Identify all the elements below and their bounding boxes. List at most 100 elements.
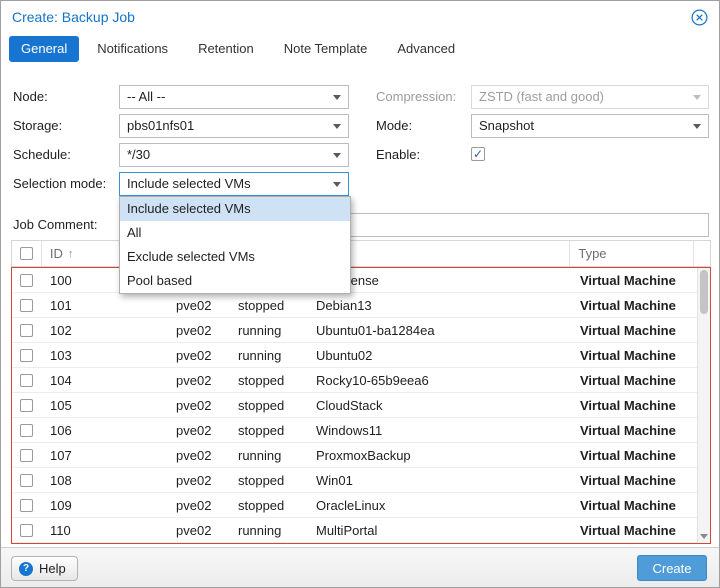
cell-node: pve02 (168, 348, 230, 363)
mode-combo[interactable]: Snapshot (471, 114, 709, 138)
cell-type: Virtual Machine (572, 448, 696, 463)
table-row-106[interactable]: 106pve02stoppedWindows11Virtual Machine (12, 418, 710, 443)
cell-id: 105 (42, 398, 168, 413)
table-row-107[interactable]: 107pve02runningProxmoxBackupVirtual Mach… (12, 443, 710, 468)
row-checkbox[interactable] (20, 499, 33, 512)
cell-node: pve02 (168, 473, 230, 488)
selection-mode-dropdown: Include selected VMsAllExclude selected … (119, 196, 351, 294)
schedule-label: Schedule: (13, 147, 71, 163)
dropdown-option-all[interactable]: All (120, 221, 350, 245)
chevron-down-icon (333, 95, 341, 100)
cell-name: Ubuntu02 (308, 348, 572, 363)
storage-combo[interactable]: pbs01nfs01 (119, 114, 349, 138)
row-select-cell (12, 374, 42, 387)
tab-retention[interactable]: Retention (186, 36, 266, 62)
row-select-cell (12, 274, 42, 287)
select-all-checkbox[interactable] (20, 247, 33, 260)
cell-id: 102 (42, 323, 168, 338)
mode-label: Mode: (376, 118, 412, 134)
cell-type: Virtual Machine (572, 273, 696, 288)
dropdown-option-pool-based[interactable]: Pool based (120, 269, 350, 293)
tab-advanced[interactable]: Advanced (385, 36, 467, 62)
cell-status: running (230, 448, 308, 463)
row-checkbox[interactable] (20, 399, 33, 412)
chevron-down-icon (693, 95, 701, 100)
row-select-cell (12, 449, 42, 462)
row-checkbox[interactable] (20, 524, 33, 537)
node-value: -- All -- (127, 89, 165, 104)
scrollbar-thumb[interactable] (700, 270, 708, 314)
row-checkbox[interactable] (20, 274, 33, 287)
cell-status: stopped (230, 373, 308, 388)
cell-name: Win01 (308, 473, 572, 488)
cell-status: running (230, 348, 308, 363)
help-button-label: Help (39, 561, 66, 576)
help-icon: ? (19, 562, 33, 576)
table-row-101[interactable]: 101pve02stoppedDebian13Virtual Machine (12, 293, 710, 318)
cell-status: stopped (230, 473, 308, 488)
cell-name: OracleLinux (308, 498, 572, 513)
row-select-cell (12, 424, 42, 437)
row-checkbox[interactable] (20, 424, 33, 437)
table-row-109[interactable]: 109pve02stoppedOracleLinuxVirtual Machin… (12, 493, 710, 518)
cell-status: stopped (230, 423, 308, 438)
table-row-100[interactable]: 100pve02runningOPNsenseVirtual Machine (12, 268, 710, 293)
row-checkbox[interactable] (20, 449, 33, 462)
scroll-down-icon[interactable] (700, 534, 708, 539)
table-row-104[interactable]: 104pve02stoppedRocky10-65b9eea6Virtual M… (12, 368, 710, 393)
cell-status: stopped (230, 498, 308, 513)
node-combo[interactable]: -- All -- (119, 85, 349, 109)
cell-node: pve02 (168, 323, 230, 338)
row-select-cell (12, 474, 42, 487)
cell-type: Virtual Machine (572, 398, 696, 413)
chevron-down-icon (333, 153, 341, 158)
node-label: Node: (13, 89, 48, 105)
compression-value: ZSTD (fast and good) (479, 89, 604, 104)
header-check-cell (12, 241, 42, 266)
cell-type: Virtual Machine (572, 473, 696, 488)
cell-name: ProxmoxBackup (308, 448, 572, 463)
dropdown-option-exclude-selected-vms[interactable]: Exclude selected VMs (120, 245, 350, 269)
cell-name: Windows11 (308, 423, 572, 438)
cell-name: MultiPortal (308, 523, 572, 538)
vm-table-body: 100pve02runningOPNsenseVirtual Machine10… (11, 267, 711, 544)
vertical-scrollbar[interactable] (697, 268, 710, 543)
cell-status: stopped (230, 398, 308, 413)
row-checkbox[interactable] (20, 299, 33, 312)
header-type[interactable]: Type (570, 241, 694, 266)
close-icon[interactable] (691, 9, 708, 26)
table-row-110[interactable]: 110pve02runningMultiPortalVirtual Machin… (12, 518, 710, 543)
schedule-combo[interactable]: */30 (119, 143, 349, 167)
enable-label: Enable: (376, 147, 420, 163)
dialog-title: Create: Backup Job (12, 9, 135, 25)
cell-id: 101 (42, 298, 168, 313)
tab-general[interactable]: General (9, 36, 79, 62)
cell-id: 104 (42, 373, 168, 388)
cell-id: 109 (42, 498, 168, 513)
cell-type: Virtual Machine (572, 373, 696, 388)
row-checkbox[interactable] (20, 474, 33, 487)
cell-status: stopped (230, 298, 308, 313)
create-button[interactable]: Create (637, 555, 707, 581)
cell-node: pve02 (168, 298, 230, 313)
cell-status: running (230, 523, 308, 538)
tab-notifications[interactable]: Notifications (85, 36, 180, 62)
vm-table-header: ID ↑ Node Status Name Type (11, 240, 711, 267)
help-button[interactable]: ? Help (11, 556, 78, 581)
dropdown-option-include-selected-vms[interactable]: Include selected VMs (120, 197, 350, 221)
vm-table-rows: 100pve02runningOPNsenseVirtual Machine10… (12, 268, 710, 543)
enable-checkbox[interactable]: ✓ (471, 147, 485, 161)
tab-note-template[interactable]: Note Template (272, 36, 380, 62)
dialog-footer: ? Help Create (1, 547, 719, 587)
cell-type: Virtual Machine (572, 523, 696, 538)
table-row-103[interactable]: 103pve02runningUbuntu02Virtual Machine (12, 343, 710, 368)
vm-table: ID ↑ Node Status Name Type 100pve02runni… (11, 240, 711, 544)
table-row-102[interactable]: 102pve02runningUbuntu01-ba1284eaVirtual … (12, 318, 710, 343)
row-checkbox[interactable] (20, 374, 33, 387)
row-checkbox[interactable] (20, 349, 33, 362)
row-checkbox[interactable] (20, 324, 33, 337)
table-row-105[interactable]: 105pve02stoppedCloudStackVirtual Machine (12, 393, 710, 418)
schedule-value: */30 (127, 147, 150, 162)
selection-mode-combo[interactable]: Include selected VMs (119, 172, 349, 196)
table-row-108[interactable]: 108pve02stoppedWin01Virtual Machine (12, 468, 710, 493)
